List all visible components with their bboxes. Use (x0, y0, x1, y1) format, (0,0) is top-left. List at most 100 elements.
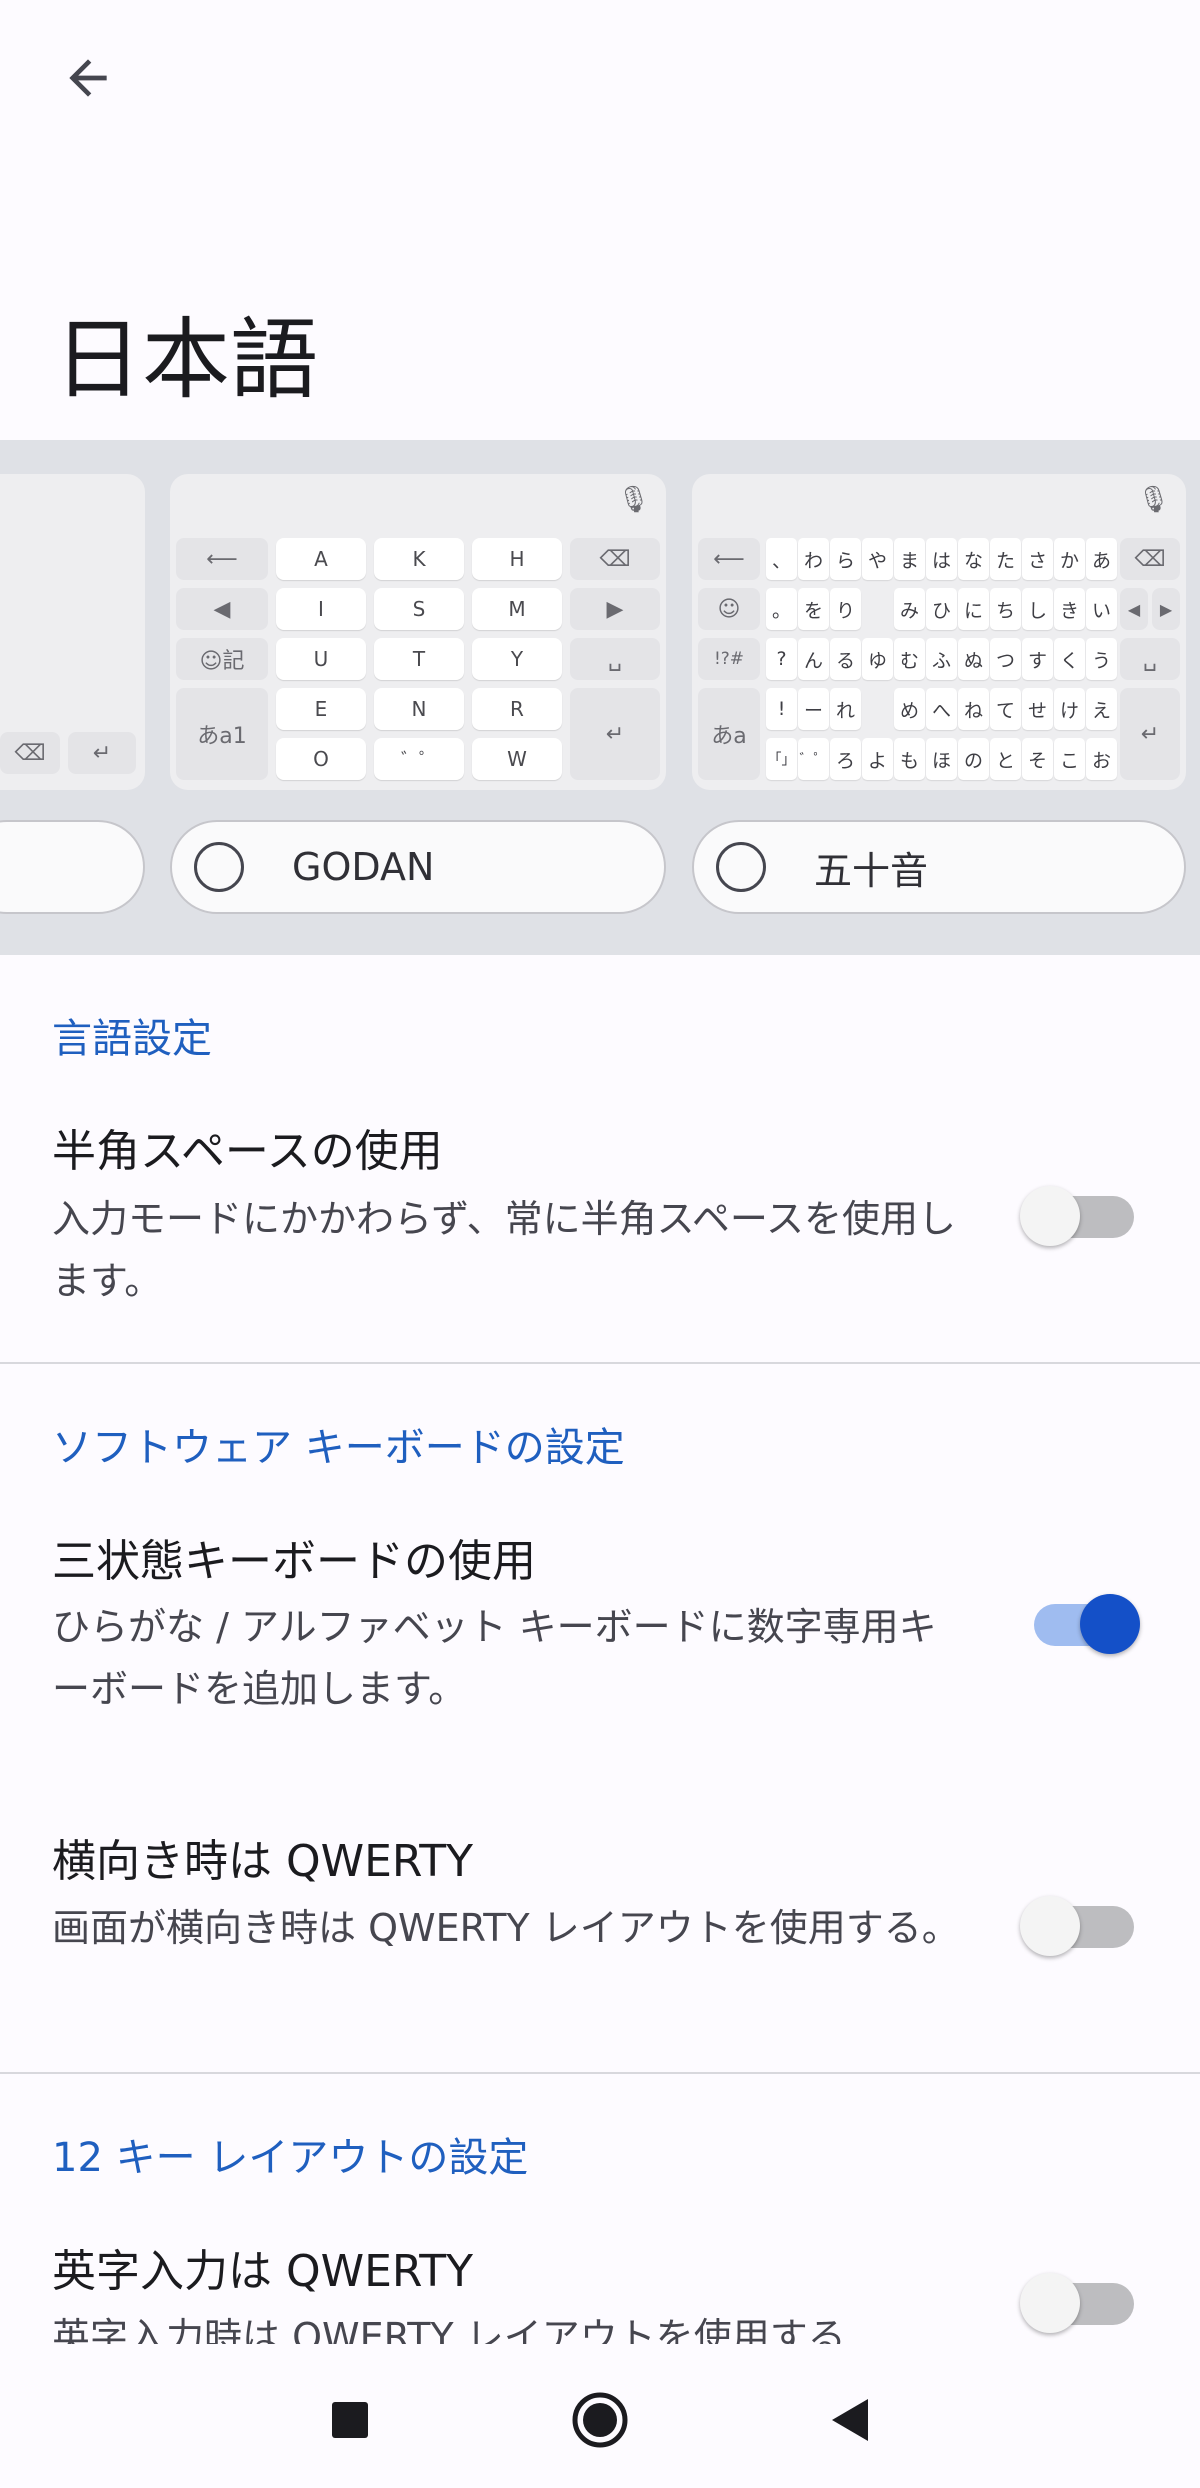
godan-key: N (374, 688, 464, 730)
enter-key-icon: ↵ (1120, 688, 1180, 780)
pref-title: 横向き時は QWERTY (52, 1836, 474, 1887)
dakuten-key: ゛゜ (374, 738, 464, 780)
page-title: 日本語 (54, 308, 319, 411)
kana-key: お (1086, 738, 1117, 780)
cursor-left-key-icon: ◀ (176, 588, 268, 630)
pref-title: 英字入力は QWERTY (52, 2246, 474, 2297)
kana-key: ひ (926, 588, 957, 630)
radio-partial[interactable] (0, 820, 145, 914)
kana-key: も (894, 738, 925, 780)
space-key-icon: ␣ (570, 638, 660, 680)
kana-key: 、 (766, 538, 797, 580)
godan-key: M (472, 588, 562, 630)
toggle-switch[interactable] (1020, 2265, 1134, 2333)
kana-key: う (1086, 638, 1117, 680)
kana-key: 「」 (766, 738, 797, 780)
undo-key-icon: ⟵ (176, 538, 268, 580)
back-nav-button[interactable] (818, 2388, 882, 2452)
cursor-left-key-icon: ◀ (1120, 588, 1148, 630)
kana-key: て (990, 688, 1021, 730)
kana-key: の (958, 738, 989, 780)
godan-key: O (276, 738, 366, 780)
kana-key: き (1054, 588, 1085, 630)
kana-key: ゛゜ (798, 738, 829, 780)
kana-key: く (1054, 638, 1085, 680)
kana-key: に (958, 588, 989, 630)
kana-key: は (926, 538, 957, 580)
section-header-software-keyboard: ソフトウェア キーボードの設定 (52, 1425, 625, 1471)
toggle-thumb (1020, 1186, 1080, 1246)
divider (0, 1362, 1200, 1364)
kana-key: ほ (926, 738, 957, 780)
kana-key: け (1054, 688, 1085, 730)
kana-key: え (1086, 688, 1117, 730)
recents-square-icon (332, 2402, 368, 2438)
pref-title: 三状態キーボードの使用 (52, 1536, 536, 1587)
kana-key: ? (766, 638, 797, 680)
backspace-key-icon: ⌫ (0, 732, 60, 774)
keyboard-layout-selector[interactable]: ⌫ ↵ 🎙 ⟵ ◀ ☺記 あa1 A K H I S M U T Y E N R… (0, 440, 1200, 955)
kana-key: ね (958, 688, 989, 730)
home-button[interactable] (568, 2388, 632, 2452)
backspace-key-icon: ⌫ (1120, 538, 1180, 580)
section-header-twelve-key: 12 キー レイアウトの設定 (52, 2135, 529, 2181)
kana-key: め (894, 688, 925, 730)
kana-key: ー (798, 688, 829, 730)
radio-label: 五十音 (814, 848, 929, 893)
radio-circle-icon (194, 842, 244, 892)
emoji-key-icon: ☺ (698, 588, 760, 630)
toggle-switch[interactable] (1020, 1586, 1140, 1654)
keyboard-preview-gojuon[interactable]: 🎙 ⟵ ☺ !?# あa 、わらやまはなたさかあ。をりみひにちしきい? んるゆむふ… (692, 474, 1186, 790)
kana-key: こ (1054, 738, 1085, 780)
cursor-right-key-icon: ▶ (570, 588, 660, 630)
keyboard-preview-partial[interactable]: ⌫ ↵ (0, 474, 145, 790)
kana-key: い (1086, 588, 1117, 630)
kana-key: し (1022, 588, 1053, 630)
godan-key: K (374, 538, 464, 580)
godan-key: W (472, 738, 562, 780)
kana-key: と (990, 738, 1021, 780)
enter-key-icon: ↵ (68, 732, 136, 774)
godan-key: T (374, 638, 464, 680)
godan-key: Y (472, 638, 562, 680)
kana-key: み (894, 588, 925, 630)
kana-key: ん (798, 638, 829, 680)
godan-key: H (472, 538, 562, 580)
toggle-thumb (1020, 2273, 1080, 2333)
emoji-key: ☺記 (176, 638, 268, 680)
kana-key: ぬ (958, 638, 989, 680)
kana-key: そ (1022, 738, 1053, 780)
pref-summary: ひらがな / アルファベット キーボードに数字専用キーボードを追加します。 (52, 1605, 937, 1711)
kana-key: た (990, 538, 1021, 580)
kana-key: ち (990, 588, 1021, 630)
godan-key: S (374, 588, 464, 630)
kana-key: へ (926, 688, 957, 730)
kana-key: る (830, 638, 861, 680)
radio-label: GODAN (292, 845, 435, 889)
back-button[interactable] (40, 30, 136, 126)
section-header-language: 言語設定 (52, 1016, 212, 1062)
kana-key: せ (1022, 688, 1053, 730)
pref-title: 半角スペースの使用 (52, 1126, 443, 1177)
system-nav-bar (0, 2344, 1200, 2488)
kana-key: れ (830, 688, 861, 730)
kana-key: わ (798, 538, 829, 580)
symbols-key: !?# (698, 638, 760, 680)
kana-key: な (958, 538, 989, 580)
toggle-switch[interactable] (1020, 1178, 1134, 1246)
pref-summary: 画面が横向き時は QWERTY レイアウトを使用する。 (52, 1906, 960, 1950)
radio-gojuon[interactable]: 五十音 (692, 820, 1186, 914)
arrow-back-icon (69, 59, 107, 97)
home-circle-icon (572, 2392, 628, 2448)
pref-summary: 英字入力時は QWERTY レイアウトを使用する (52, 2315, 846, 2344)
keyboard-preview-godan[interactable]: 🎙 ⟵ ◀ ☺記 あa1 A K H I S M U T Y E N R O ゛… (170, 474, 666, 790)
radio-circle-icon (716, 842, 766, 892)
radio-godan[interactable]: GODAN (170, 820, 666, 914)
recents-button[interactable] (318, 2388, 382, 2452)
kana-key: む (894, 638, 925, 680)
kana-key: あ (1086, 538, 1117, 580)
kana-key: よ (862, 738, 893, 780)
toggle-switch[interactable] (1020, 1888, 1134, 1956)
godan-key: E (276, 688, 366, 730)
kana-key: ! (766, 688, 797, 730)
